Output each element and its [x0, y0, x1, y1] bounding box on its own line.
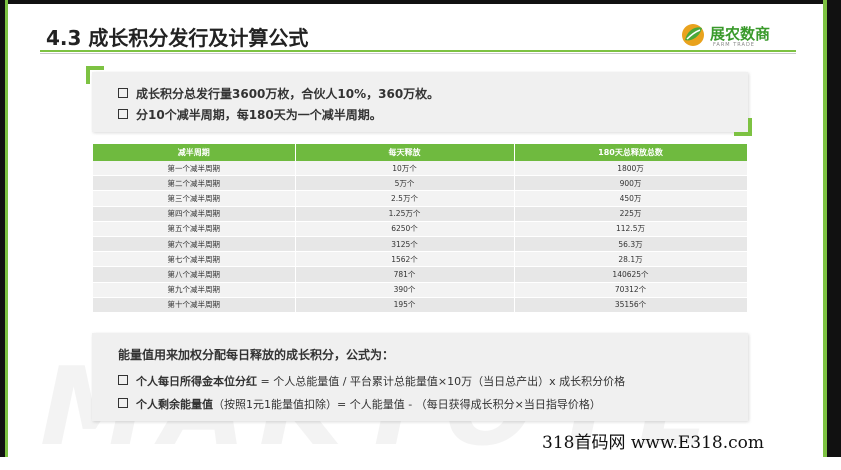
checkbox-bullet-icon — [118, 88, 128, 98]
title-rule-shadow — [40, 53, 796, 54]
frame-top — [0, 0, 841, 4]
checkbox-bullet-icon — [118, 375, 128, 385]
checkbox-bullet-icon — [118, 398, 128, 408]
checkbox-bullet-icon — [118, 109, 128, 119]
table-cell: 35156个 — [514, 297, 748, 313]
frame-green-left — [5, 0, 8, 457]
table-cell: 225万 — [514, 206, 748, 222]
formula-label: 个人剩余能量值 — [136, 398, 213, 411]
table-cell: 56.3万 — [514, 236, 748, 253]
table-cell: 140625个 — [514, 266, 748, 283]
table-cell: 6250个 — [295, 221, 515, 237]
table-cell: 第十个减半周期 — [93, 297, 296, 313]
table-cell: 5万个 — [295, 175, 515, 192]
leaf-logo-icon — [682, 24, 704, 46]
corner-bracket-bottom-right — [734, 118, 752, 136]
page-title: 4.3 成长积分发行及计算公式 — [46, 26, 309, 50]
table-row: 第四个减半周期 1.25万个 225万 — [93, 206, 748, 222]
table-cell: 第二个减半周期 — [93, 175, 296, 192]
table-row: 第三个减半周期 2.5万个 450万 — [93, 190, 748, 207]
table-row: 第一个减半周期 10万个 1800万 — [93, 161, 748, 177]
table-cell: 第一个减半周期 — [93, 161, 296, 177]
table-row: 第七个减半周期 1562个 28.1万 — [93, 251, 748, 268]
table-cell: 70312个 — [514, 282, 748, 298]
table-cell: 第五个减半周期 — [93, 221, 296, 237]
table-cell: 28.1万 — [514, 251, 748, 268]
table-cell: 第九个减半周期 — [93, 282, 296, 298]
formula-item-1: 个人每日所得金本位分红 = 个人总能量值 / 平台累计总能量值×10万（当日总产… — [118, 373, 625, 389]
table-cell: 第六个减半周期 — [93, 236, 296, 253]
intro-line-1: 成长积分总发行量3600万枚，合伙人10%，360万枚。 — [118, 85, 439, 102]
column-header: 减半周期 — [93, 144, 296, 161]
table-cell: 10万个 — [295, 161, 515, 177]
table-cell: 1562个 — [295, 251, 515, 268]
footer-watermark: 318首码网 www.E318.com — [542, 433, 765, 453]
brand-logo: 展农数商 FARM TRADE — [680, 20, 800, 50]
formula-text: = 个人总能量值 / 平台累计总能量值×10万（当日总产出）x 成长积分价格 — [257, 375, 626, 388]
frame-green-right — [823, 0, 827, 457]
table-cell: 1.25万个 — [295, 206, 515, 222]
intro-line-text: 成长积分总发行量3600万枚，合伙人10%，360万枚。 — [136, 87, 440, 101]
formula-label: 个人每日所得金本位分红 — [136, 375, 257, 388]
frame-right — [827, 0, 841, 457]
table-cell: 450万 — [514, 190, 748, 207]
logo-text: 展农数商 — [710, 25, 771, 43]
table-cell: 第七个减半周期 — [93, 251, 296, 268]
table-row: 第五个减半周期 6250个 112.5万 — [93, 221, 748, 237]
logo-subtext: FARM TRADE — [713, 42, 755, 48]
table-cell: 第八个减半周期 — [93, 266, 296, 283]
table-cell: 3125个 — [295, 236, 515, 253]
formula-item-2: 个人剩余能量值（按照1元1能量值扣除）= 个人能量值 - （每日获得成长积分×当… — [118, 396, 601, 412]
title-rule — [40, 50, 796, 52]
intro-box — [92, 72, 748, 132]
table-row: 第八个减半周期 781个 140625个 — [93, 266, 748, 283]
intro-line-text: 分10个减半周期，每180天为一个减半周期。 — [136, 108, 382, 122]
table-cell: 2.5万个 — [295, 190, 515, 207]
table-cell: 112.5万 — [514, 221, 748, 237]
formula-text: （按照1元1能量值扣除）= 个人能量值 - （每日获得成长积分×当日指导价格） — [213, 398, 601, 411]
formula-heading: 能量值用来加权分配每日释放的成长积分，公式为： — [118, 348, 395, 362]
table-cell: 第四个减半周期 — [93, 206, 296, 222]
intro-line-2: 分10个减半周期，每180天为一个减半周期。 — [118, 106, 382, 123]
table-cell: 195个 — [295, 297, 515, 313]
halving-table: 减半周期 每天释放 180天总释放总数 第一个减半周期 10万个 1800万 第二个… — [93, 144, 748, 313]
table-cell: 1800万 — [514, 161, 748, 177]
table-row: 第九个减半周期 390个 70312个 — [93, 282, 748, 298]
column-header: 180天总释放总数 — [514, 144, 748, 161]
corner-bracket-top-left — [86, 66, 104, 84]
table-cell: 781个 — [295, 266, 515, 283]
table-cell: 390个 — [295, 282, 515, 298]
table-header-row: 减半周期 每天释放 180天总释放总数 — [93, 144, 748, 161]
table-cell: 第三个减半周期 — [93, 190, 296, 207]
table-row: 第二个减半周期 5万个 900万 — [93, 175, 748, 192]
table-cell: 900万 — [514, 175, 748, 192]
column-header: 每天释放 — [295, 144, 515, 161]
table-row: 第十个减半周期 195个 35156个 — [93, 297, 748, 313]
table-row: 第六个减半周期 3125个 56.3万 — [93, 236, 748, 253]
